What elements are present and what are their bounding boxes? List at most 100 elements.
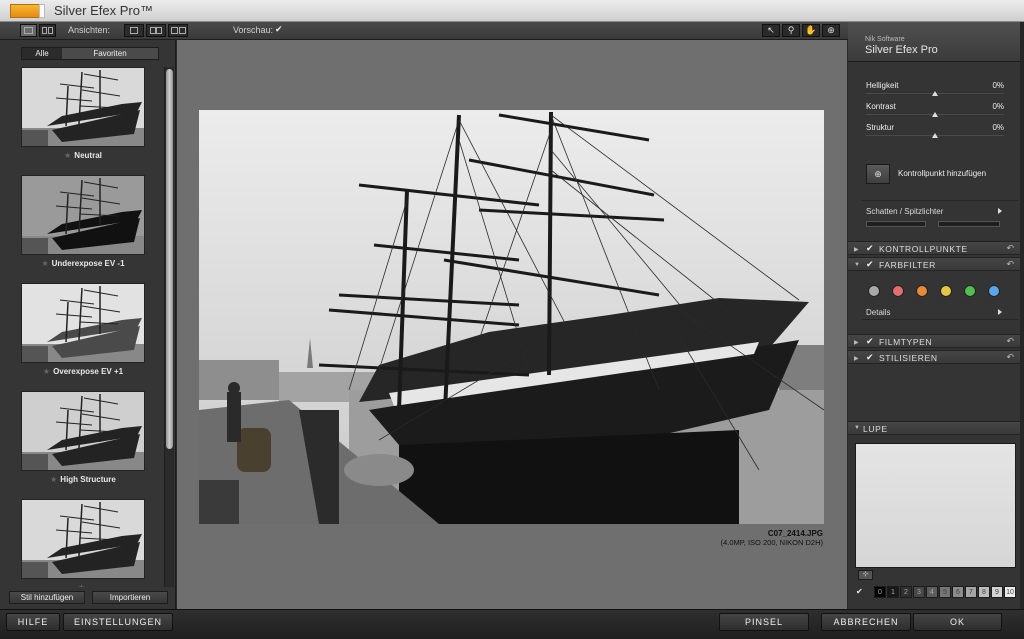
preset-label: ★ High Structure (50, 475, 116, 484)
zone-cell[interactable]: 4 (926, 586, 938, 598)
color-filter-swatch[interactable] (868, 285, 880, 297)
preset-thumbnail[interactable] (21, 67, 145, 147)
slider-value: 0% (992, 102, 1004, 111)
zone-cell[interactable]: 6 (952, 586, 964, 598)
tab-all[interactable]: Alle (22, 48, 62, 59)
section-enabled-checkbox[interactable]: ✔ (866, 259, 874, 270)
zoom-tool-icon[interactable]: ⚲ (782, 24, 800, 37)
section-color-filter[interactable]: ▼ ✔ FARBFILTER ↶ (848, 257, 1020, 271)
window-title: Silver Efex Pro™ (54, 3, 153, 18)
preset-item[interactable]: ★ Underexpose EV -1 (21, 175, 145, 268)
favorite-star-icon[interactable]: ★ (43, 367, 50, 376)
color-filter-swatch[interactable] (940, 285, 952, 297)
reset-icon[interactable]: ↶ (1006, 352, 1014, 363)
preset-label: ★ Underexpose EV -1 (41, 259, 125, 268)
help-button[interactable]: HILFE (6, 613, 60, 631)
details-expand-icon[interactable] (998, 309, 1002, 315)
split-view-icon[interactable] (146, 24, 166, 37)
shadows-highlights-expand-icon[interactable] (998, 208, 1002, 214)
preset-thumbnail[interactable] (21, 175, 145, 255)
preview-checkbox[interactable]: ✔ (275, 25, 284, 34)
reset-icon[interactable]: ↶ (1006, 336, 1014, 347)
favorite-star-icon[interactable]: ★ (78, 583, 85, 587)
slider-struktur[interactable]: Struktur 0% (866, 123, 1004, 145)
panel-scrollbar[interactable] (1020, 22, 1024, 609)
slider-kontrast[interactable]: Kontrast 0% (866, 102, 1004, 124)
collapsed-arrow-icon: ▶ (854, 356, 859, 362)
cancel-button[interactable]: ABBRECHEN (821, 613, 911, 631)
zone-cell[interactable]: 1 (887, 586, 899, 598)
preview-label: Vorschau: (233, 25, 274, 35)
section-control-points[interactable]: ▶ ✔ KONTROLLPUNKTE ↶ (848, 241, 1020, 255)
title-bar: Silver Efex Pro™ (0, 0, 1024, 22)
scrollbar-thumb[interactable] (166, 69, 173, 449)
divider (862, 200, 1018, 201)
add-style-button[interactable]: Stil hinzufügen (9, 591, 85, 604)
color-filter-swatch[interactable] (988, 285, 1000, 297)
side-by-side-view-icon[interactable] (168, 24, 188, 37)
image-file-info: (4.0MP, ISO 200, NIKON D2H) (720, 538, 823, 547)
color-filter-swatch[interactable] (964, 285, 976, 297)
shadows-protect-slider[interactable] (866, 221, 926, 227)
highlights-protect-slider[interactable] (938, 221, 1000, 227)
single-view-icon[interactable] (124, 24, 144, 37)
section-label: FILMTYPEN (879, 337, 933, 347)
product-name: Silver Efex Pro (865, 44, 938, 56)
brush-button[interactable]: PINSEL (719, 613, 809, 631)
zone-cell[interactable]: 2 (900, 586, 912, 598)
color-filter-swatch[interactable] (892, 285, 904, 297)
section-loupe[interactable]: ▼ LUPE (848, 421, 1020, 435)
favorite-star-icon[interactable]: ★ (41, 259, 48, 268)
section-enabled-checkbox[interactable]: ✔ (866, 352, 874, 363)
preset-item[interactable]: ★ Overexpose EV +1 (21, 283, 145, 376)
section-stylize[interactable]: ▶ ✔ STILISIEREN ↶ (848, 350, 1020, 364)
hand-tool-icon[interactable]: ✋ (802, 24, 820, 37)
favorite-star-icon[interactable]: ★ (64, 151, 71, 160)
add-control-point-label: Kontrollpunkt hinzufügen (898, 169, 987, 178)
preset-scrollbar[interactable] (164, 67, 174, 587)
zone-cell[interactable]: 7 (965, 586, 977, 598)
settings-button[interactable]: EINSTELLUNGEN (63, 613, 173, 631)
reset-icon[interactable]: ↶ (1006, 259, 1014, 270)
add-control-point-button[interactable]: ⊕ (866, 164, 890, 184)
top-toolbar: Ansichten: Vorschau: ✔ ↖ ⚲ ✋ ⊕ (0, 22, 848, 40)
zone-system-checkbox[interactable]: ✔ (856, 587, 863, 596)
preset-thumbnail[interactable] (21, 499, 145, 579)
preview-image[interactable] (199, 110, 824, 524)
single-preset-view-icon[interactable] (20, 24, 37, 37)
section-enabled-checkbox[interactable]: ✔ (866, 243, 874, 254)
color-filter-swatch[interactable] (916, 285, 928, 297)
loupe-pin-icon[interactable]: ⊹ (858, 570, 873, 580)
preset-thumbnail[interactable] (21, 391, 145, 471)
preset-item[interactable]: ★ Neutral (21, 67, 145, 160)
slider-thumb[interactable] (932, 133, 938, 138)
preset-thumbnail[interactable] (21, 283, 145, 363)
slider-thumb[interactable] (932, 91, 938, 96)
preset-item[interactable]: ★ (21, 499, 145, 587)
import-button[interactable]: Importieren (92, 591, 168, 604)
preset-label: ★ (21, 583, 145, 587)
zone-cell[interactable]: 3 (913, 586, 925, 598)
zone-cell[interactable]: 10 (1004, 586, 1016, 598)
section-enabled-checkbox[interactable]: ✔ (866, 336, 874, 347)
section-film-types[interactable]: ▶ ✔ FILMTYPEN ↶ (848, 334, 1020, 348)
zone-cell[interactable]: 5 (939, 586, 951, 598)
pointer-tool-icon[interactable]: ↖ (762, 24, 780, 37)
reset-icon[interactable]: ↶ (1006, 243, 1014, 254)
zone-cell[interactable]: 0 (874, 586, 886, 598)
zone-cell[interactable]: 9 (991, 586, 1003, 598)
favorite-star-icon[interactable]: ★ (50, 475, 57, 484)
zone-cell[interactable]: 8 (978, 586, 990, 598)
preset-label: ★ Neutral (64, 151, 102, 160)
preset-panel: Alle Favoriten ★ Neutral ★ Underexpose EV -… (0, 40, 176, 609)
slider-thumb[interactable] (932, 112, 938, 117)
slider-helligkeit[interactable]: Helligkeit 0% (866, 81, 1004, 103)
product-header: Nik Software Silver Efex Pro (848, 22, 1020, 62)
loupe-view[interactable] (855, 443, 1016, 568)
tab-favorites[interactable]: Favoriten (62, 48, 158, 59)
control-point-tool-icon[interactable]: ⊕ (822, 24, 840, 37)
grid-preset-view-icon[interactable] (39, 24, 56, 37)
preset-label: ★ Overexpose EV +1 (42, 367, 124, 376)
preset-item[interactable]: ★ High Structure (21, 391, 145, 484)
ok-button[interactable]: OK (913, 613, 1002, 631)
